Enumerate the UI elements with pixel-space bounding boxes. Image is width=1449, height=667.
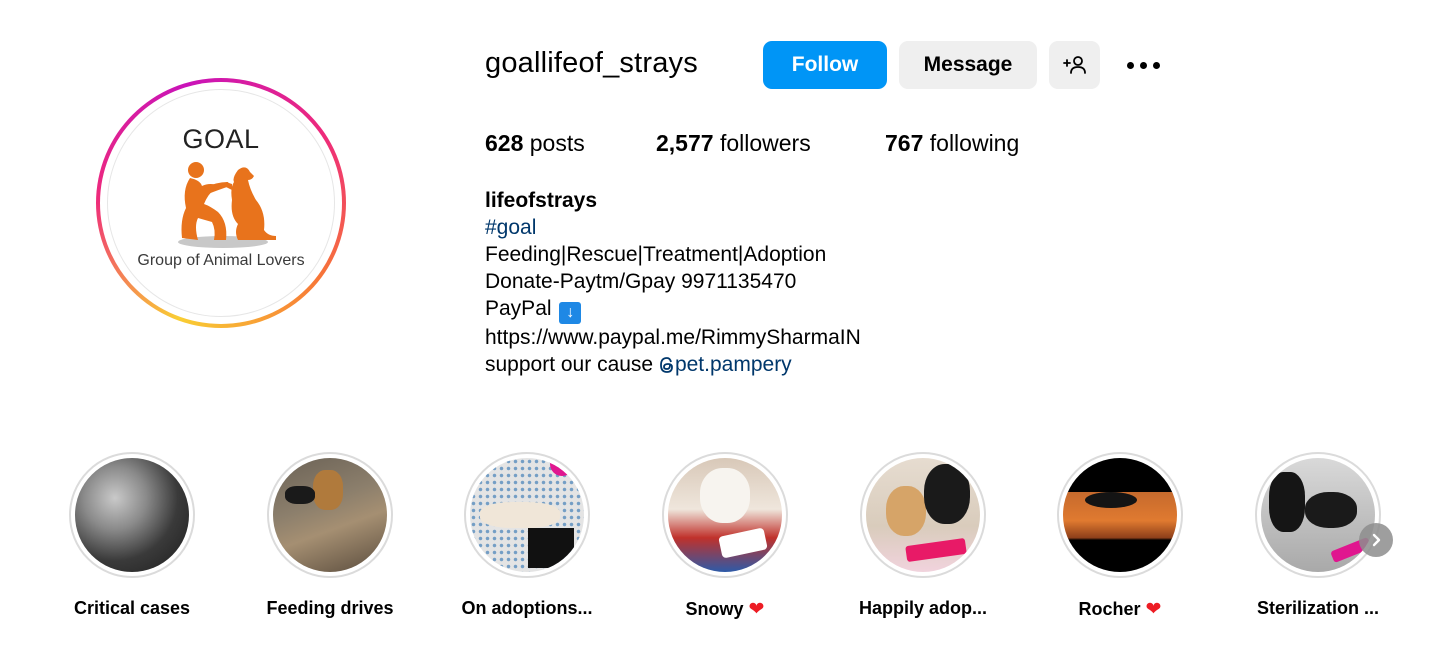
highlight-label-text: Rocher <box>1078 599 1141 619</box>
highlight-label: Snowy ❤ <box>650 598 800 621</box>
bio-url: https://www.paypal.me/RimmySharmaIN <box>485 326 861 349</box>
followers-stat[interactable]: 2,577 followers <box>656 130 811 157</box>
ellipsis-icon <box>1124 61 1163 69</box>
highlight-label: Critical cases <box>73 598 191 618</box>
following-label: following <box>929 130 1020 156</box>
mention-handle: pet.pampery <box>674 353 792 376</box>
highlight-on-adoptions[interactable]: On adoptions... <box>452 452 602 619</box>
posts-label: posts <box>529 130 585 156</box>
highlight-cover <box>866 458 980 572</box>
highlight-label: On adoptions... <box>461 598 593 618</box>
threads-icon <box>660 357 673 373</box>
following-count: 767 <box>885 130 924 156</box>
suggested-accounts-button[interactable] <box>1049 41 1100 89</box>
highlight-label: Sterilization ... <box>1256 598 1380 618</box>
highlight-ring <box>69 452 195 578</box>
highlight-ring <box>464 452 590 578</box>
heart-icon: ❤ <box>748 599 765 620</box>
more-options-button[interactable] <box>1118 41 1168 89</box>
logo-subtitle: Group of Animal Lovers <box>137 252 305 269</box>
bio-support-text: support our cause <box>485 353 654 376</box>
profile-avatar[interactable]: GOAL Group of Animal Lovers <box>96 78 346 328</box>
following-stat[interactable]: 767 following <box>885 130 1019 157</box>
highlight-cover <box>668 458 782 572</box>
profile-display-name: lifeofstrays <box>485 189 598 212</box>
highlight-cover <box>1063 458 1177 572</box>
followers-label: followers <box>719 130 811 156</box>
highlight-cover <box>1261 458 1375 572</box>
followers-count: 2,577 <box>656 130 714 156</box>
highlight-cover <box>75 458 189 572</box>
avatar-image: GOAL Group of Animal Lovers <box>107 89 335 317</box>
profile-username: goallifeof_strays <box>485 47 698 79</box>
highlight-critical-cases[interactable]: Critical cases <box>57 452 207 619</box>
highlights-next-button[interactable] <box>1359 523 1393 557</box>
mention-link[interactable]: pet.pampery <box>659 353 792 376</box>
heart-icon: ❤ <box>1145 599 1162 620</box>
highlight-rocher[interactable]: Rocher ❤ <box>1045 452 1195 621</box>
message-button[interactable]: Message <box>899 41 1037 89</box>
highlight-cover <box>470 458 584 572</box>
hashtag-link[interactable]: #goal <box>485 216 536 239</box>
person-plus-icon <box>1062 56 1086 74</box>
logo-title: GOAL <box>182 124 260 154</box>
logo-person-dog-icon <box>178 162 276 248</box>
highlight-feeding-drives[interactable]: Feeding drives <box>255 452 405 619</box>
bio-line-donate: Donate-Paytm/Gpay 9971135470 <box>485 270 797 293</box>
highlight-ring <box>1057 452 1183 578</box>
posts-count: 628 <box>485 130 524 156</box>
highlight-label: Feeding drives <box>266 598 394 618</box>
posts-stat: 628 posts <box>485 130 585 157</box>
highlight-snowy[interactable]: Snowy ❤ <box>650 452 800 621</box>
down-arrow-icon: ↓ <box>559 302 582 324</box>
highlight-happily-adopted[interactable]: Happily adop... <box>848 452 998 619</box>
highlight-ring <box>267 452 393 578</box>
highlight-label: Happily adop... <box>858 598 987 618</box>
highlight-ring <box>860 452 986 578</box>
highlight-ring <box>1255 452 1381 578</box>
highlight-ring <box>662 452 788 578</box>
highlight-label: Rocher ❤ <box>1045 598 1195 621</box>
profile-bio: lifeofstrays #goal Feeding|Rescue|Treatm… <box>485 187 861 378</box>
bio-line-paypal: PayPal <box>485 297 552 320</box>
bio-line-services: Feeding|Rescue|Treatment|Adoption <box>485 243 827 266</box>
avatar-gap: GOAL Group of Animal Lovers <box>100 82 342 324</box>
highlight-label-text: Snowy <box>685 599 744 619</box>
highlight-cover <box>273 458 387 572</box>
follow-button[interactable]: Follow <box>763 41 887 89</box>
chevron-right-icon <box>1372 533 1381 547</box>
